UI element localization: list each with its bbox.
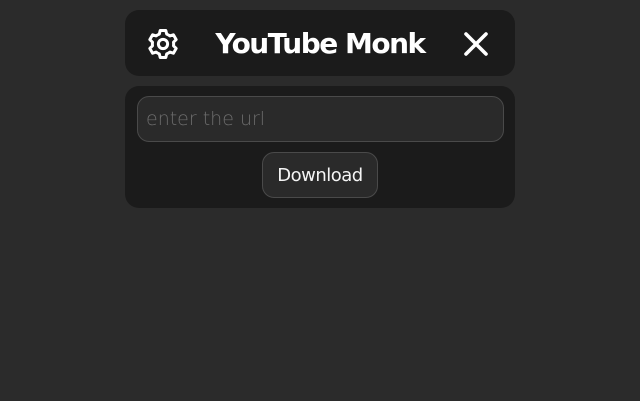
- app-header: YouTube Monk: [125, 10, 515, 76]
- close-button[interactable]: [459, 27, 493, 61]
- url-input[interactable]: [137, 96, 504, 142]
- gear-icon: [148, 29, 178, 59]
- download-button[interactable]: Download: [262, 152, 378, 198]
- settings-button[interactable]: [146, 27, 180, 61]
- download-panel: Download: [125, 86, 515, 208]
- close-icon: [464, 32, 488, 56]
- app-title: YouTube Monk: [215, 26, 426, 60]
